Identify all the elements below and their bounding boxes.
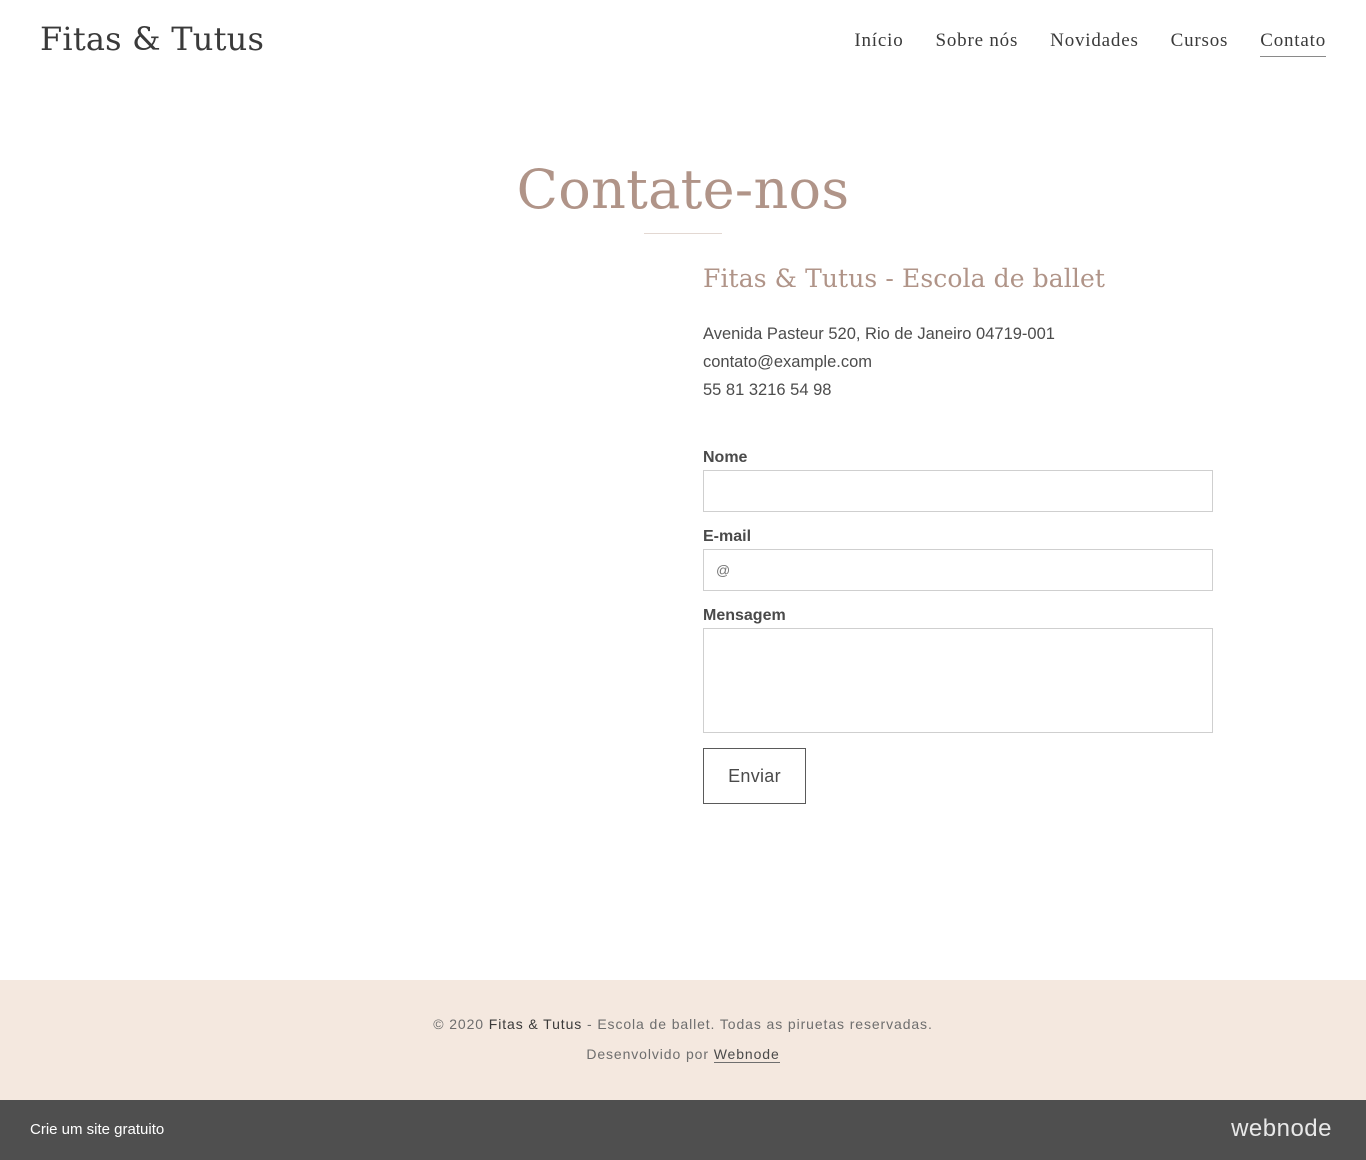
- nav-item-sobre-nos[interactable]: Sobre nós: [936, 30, 1019, 57]
- nav-item-contato[interactable]: Contato: [1260, 30, 1326, 57]
- nav-item-novidades[interactable]: Novidades: [1050, 30, 1138, 57]
- contact-info: Fitas & Tutus - Escola de ballet Avenida…: [703, 264, 1213, 404]
- title-divider: [644, 233, 722, 234]
- school-name: Fitas & Tutus - Escola de ballet: [703, 264, 1106, 293]
- developed-by-label: Desenvolvido por: [586, 1046, 709, 1062]
- contact-form: Nome E-mail Mensagem Enviar: [703, 446, 1213, 804]
- copyright-suffix: - Escola de ballet. Todas as piruetas re…: [586, 1016, 933, 1032]
- nav-item-inicio[interactable]: Início: [854, 30, 903, 57]
- name-input[interactable]: [703, 470, 1213, 512]
- submit-button[interactable]: Enviar: [703, 748, 806, 804]
- webnode-bar: Crie um site gratuito webnode: [0, 1100, 1366, 1160]
- copyright-text: © 2020 Fitas & Tutus - Escola de ballet.…: [0, 1016, 1366, 1032]
- developed-by-text: Desenvolvido por Webnode: [0, 1046, 1366, 1063]
- nav-item-cursos[interactable]: Cursos: [1171, 30, 1229, 57]
- webnode-logo[interactable]: webnode: [1231, 1115, 1332, 1143]
- footer-brand: Fitas & Tutus: [488, 1016, 583, 1032]
- email-input[interactable]: [703, 549, 1213, 591]
- email-text: contato@example.com: [703, 353, 872, 371]
- site-footer: © 2020 Fitas & Tutus - Escola de ballet.…: [0, 980, 1366, 1100]
- phone-text: 55 81 3216 54 98: [703, 381, 832, 399]
- main-nav: Início Sobre nós Novidades Cursos Contat…: [854, 30, 1326, 57]
- webnode-link[interactable]: Webnode: [713, 1046, 780, 1063]
- message-label: Mensagem: [703, 607, 786, 624]
- copyright-prefix: © 2020: [433, 1016, 484, 1032]
- contact-details: Avenida Pasteur 520, Rio de Janeiro 0471…: [703, 320, 1213, 404]
- email-label: E-mail: [703, 528, 752, 545]
- create-site-link[interactable]: Crie um site gratuito: [30, 1121, 164, 1138]
- site-logo[interactable]: Fitas & Tutus: [40, 20, 264, 58]
- message-textarea[interactable]: [703, 628, 1213, 733]
- address-text: Avenida Pasteur 520, Rio de Janeiro 0471…: [703, 325, 1055, 343]
- site-header: Fitas & Tutus Início Sobre nós Novidades…: [0, 0, 1366, 84]
- page-title: Contate-nos: [516, 158, 850, 221]
- name-label: Nome: [703, 449, 748, 466]
